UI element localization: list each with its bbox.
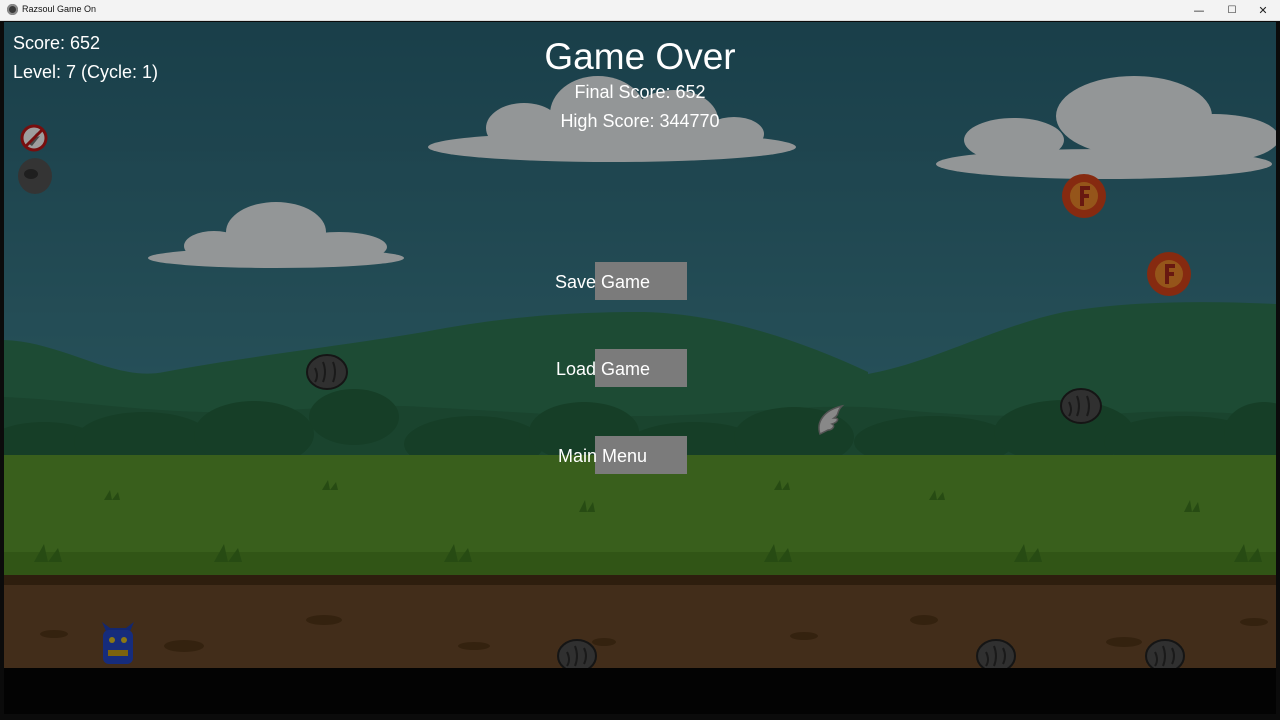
load-game-label[interactable]: Load Game [556, 359, 650, 380]
minimize-button[interactable]: — [1182, 0, 1216, 21]
window-title: Razsoul Game On [22, 4, 97, 14]
window-titlebar: Razsoul Game On — ☐ ✕ [0, 0, 1280, 21]
game-viewport[interactable]: Score: 652 Level: 7 (Cycle: 1) Game Over… [4, 22, 1276, 668]
save-game-label[interactable]: Save Game [555, 272, 650, 293]
final-score-label: Final Score: 652 [574, 82, 706, 102]
high-score-label: High Score: 344770 [560, 111, 720, 131]
game-over-title: Game Over [544, 36, 736, 77]
bottom-letterbox [4, 668, 1276, 714]
close-button[interactable]: ✕ [1246, 0, 1280, 21]
maximize-button[interactable]: ☐ [1215, 0, 1249, 21]
app-icon [7, 4, 18, 15]
main-menu-label[interactable]: Main Menu [558, 446, 647, 467]
